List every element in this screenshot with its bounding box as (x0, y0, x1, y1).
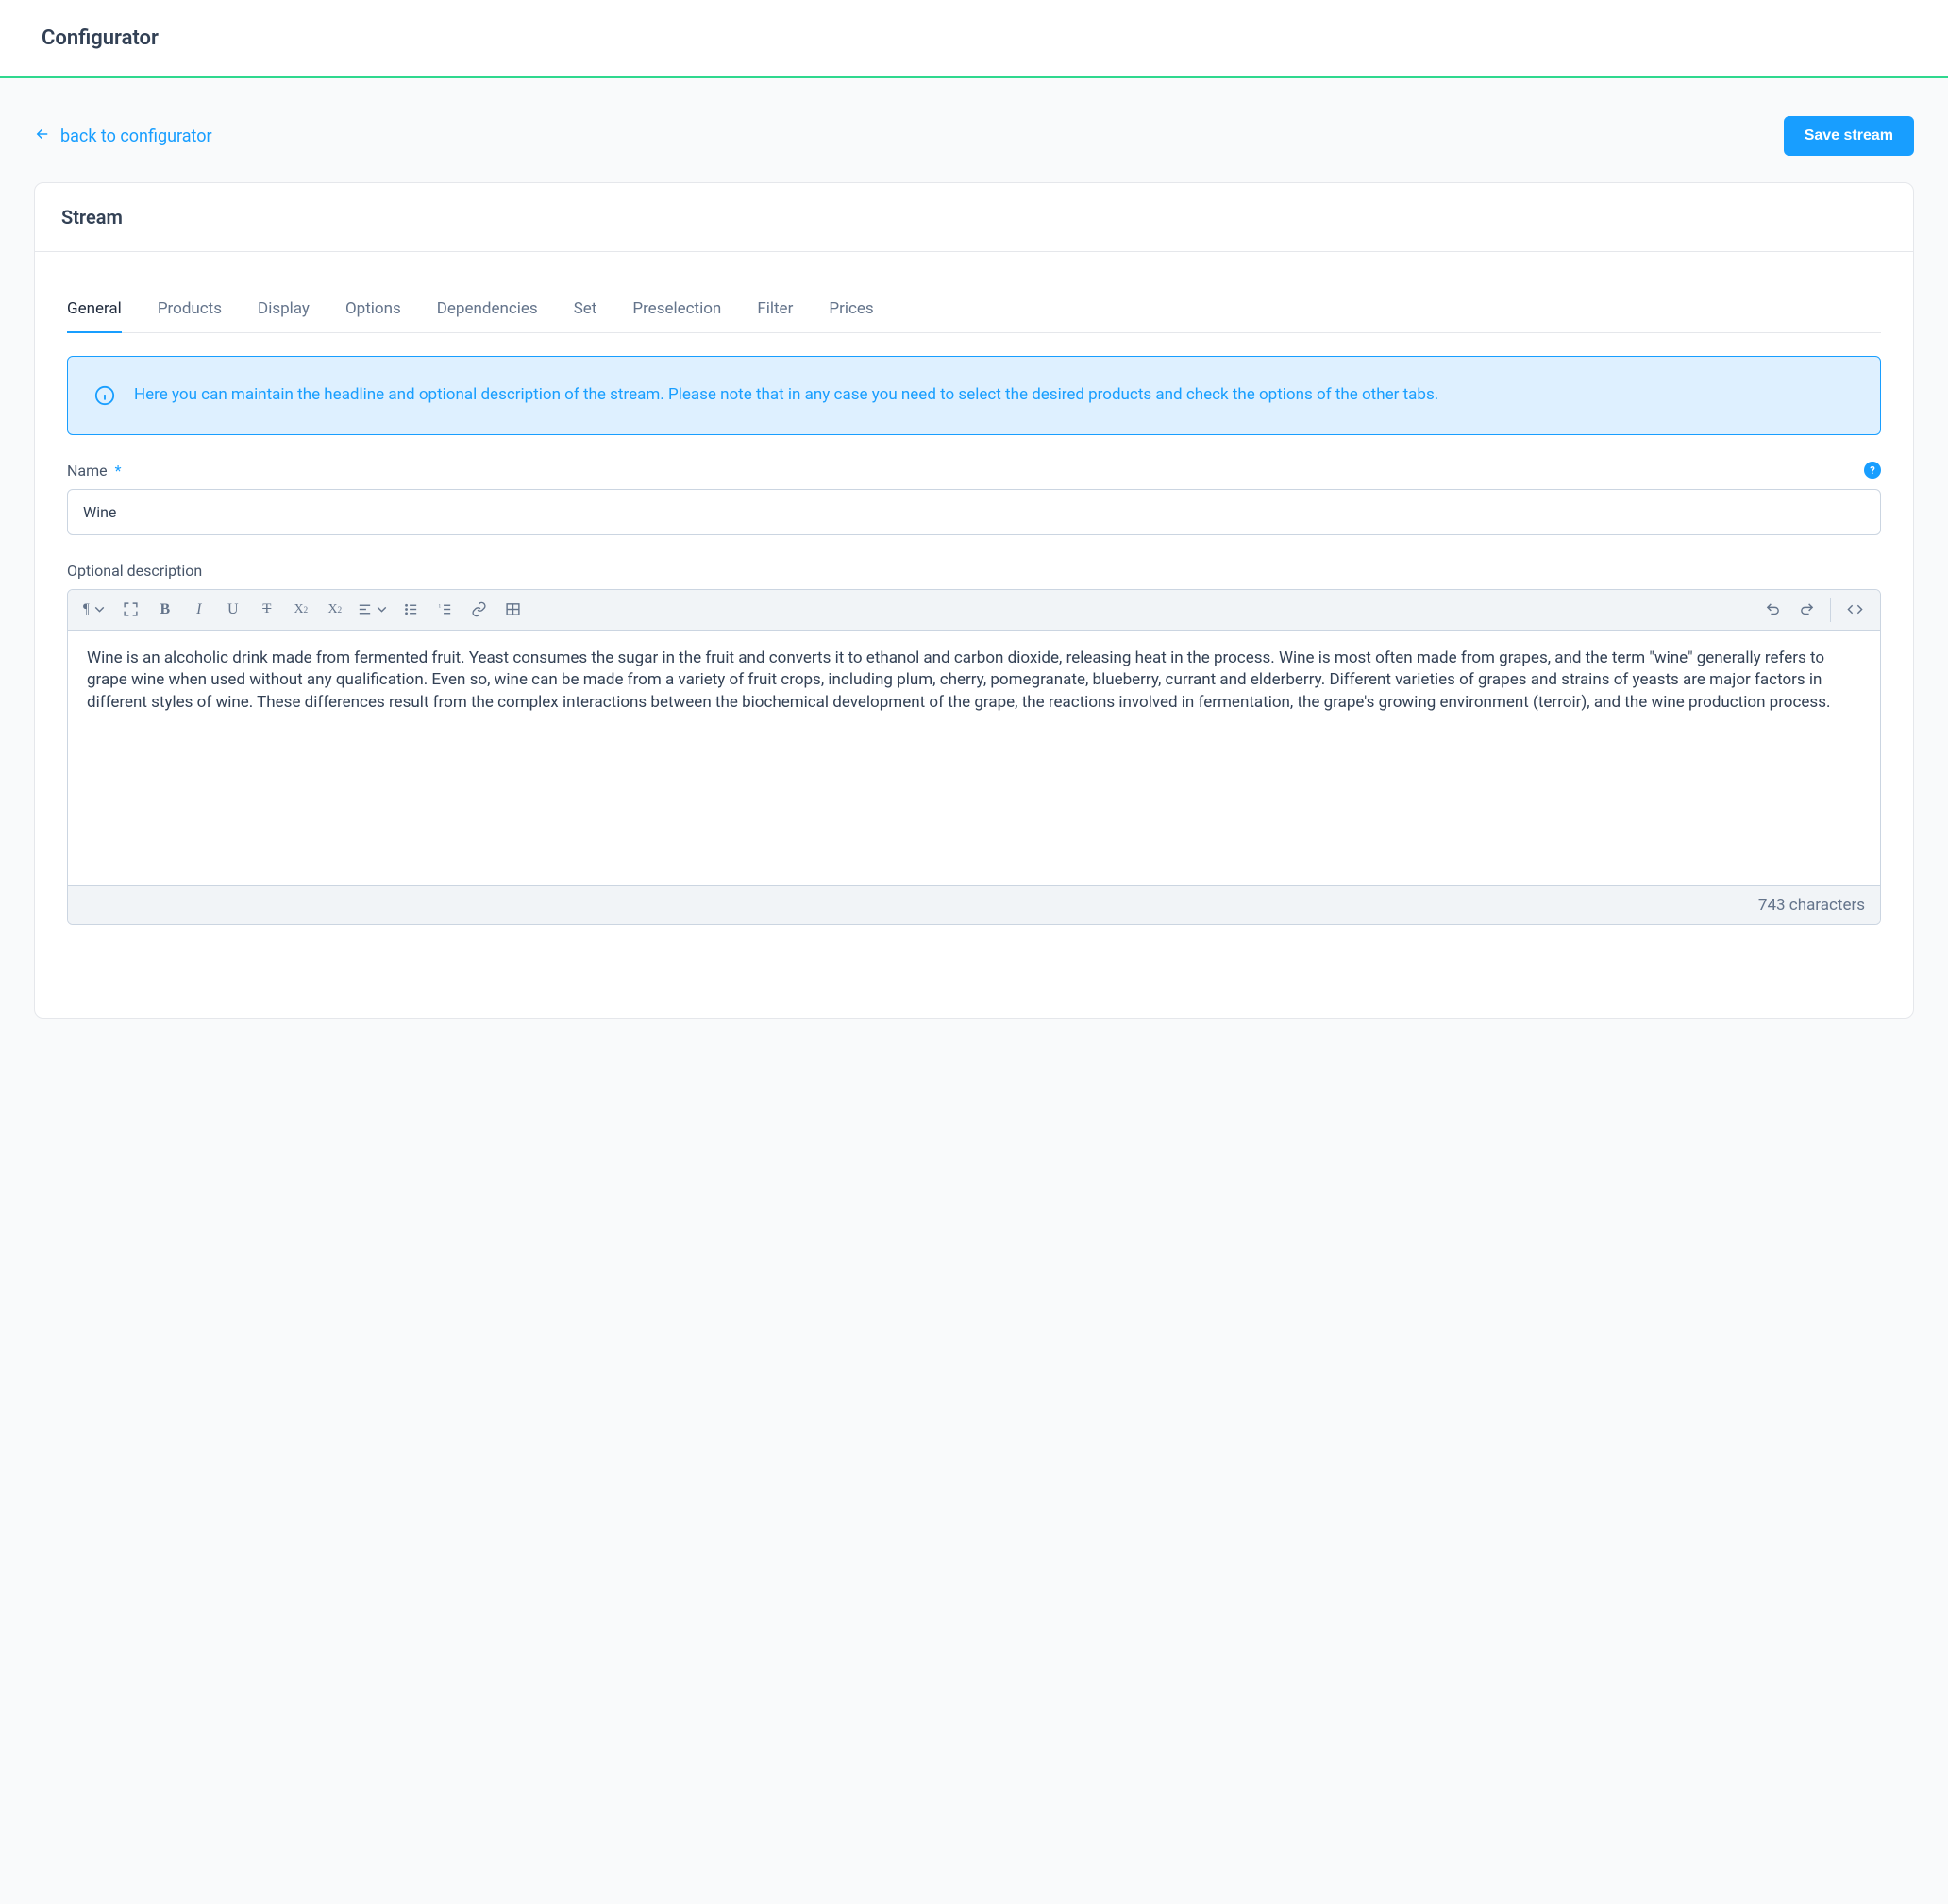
toolbar-separator (1830, 598, 1831, 622)
fullscreen-icon[interactable] (115, 596, 147, 624)
card-title: Stream (61, 206, 1887, 228)
list-ordered-icon[interactable]: 1 (429, 596, 462, 624)
arrow-left-icon (34, 126, 51, 147)
bold-icon[interactable]: B (149, 596, 181, 624)
stream-card: Stream General Products Display Options Depe… (34, 182, 1914, 1019)
tab-set[interactable]: Set (574, 286, 597, 333)
tabs: General Products Display Options Dependencie… (67, 286, 1881, 333)
align-icon[interactable] (353, 596, 394, 624)
tab-filter[interactable]: Filter (757, 286, 793, 333)
superscript-icon[interactable]: X2 (285, 596, 317, 624)
back-link[interactable]: back to configurator (34, 126, 212, 147)
description-textarea[interactable]: Wine is an alcoholic drink made from fer… (68, 631, 1880, 885)
redo-icon[interactable] (1790, 596, 1822, 624)
info-icon (94, 385, 115, 406)
char-count: 743 characters (68, 885, 1880, 924)
table-icon[interactable] (497, 596, 529, 624)
link-icon[interactable] (463, 596, 495, 624)
tab-products[interactable]: Products (158, 286, 222, 333)
list-unordered-icon[interactable] (395, 596, 428, 624)
topbar: back to configurator Save stream (34, 116, 1914, 156)
info-text: Here you can maintain the headline and o… (134, 383, 1438, 408)
name-label: Name (67, 462, 108, 480)
tab-dependencies[interactable]: Dependencies (437, 286, 538, 333)
rich-text-editor: ¶ B I U T X2 X2 (67, 589, 1881, 925)
name-input[interactable] (67, 489, 1881, 535)
tab-preselection[interactable]: Preselection (632, 286, 721, 333)
description-label-row: Optional description (67, 562, 1881, 580)
app-header: Configurator (0, 0, 1948, 78)
save-button[interactable]: Save stream (1784, 116, 1914, 156)
toolbar-right (1756, 596, 1871, 624)
underline-icon[interactable]: U (217, 596, 249, 624)
help-icon[interactable]: ? (1864, 462, 1881, 479)
strikethrough-icon[interactable]: T (251, 596, 283, 624)
code-view-icon[interactable] (1839, 596, 1871, 624)
tab-prices[interactable]: Prices (829, 286, 873, 333)
paragraph-icon[interactable]: ¶ (77, 596, 113, 624)
svg-text:1: 1 (439, 603, 442, 609)
required-star: * (115, 462, 122, 480)
toolbar-left: ¶ B I U T X2 X2 (77, 596, 529, 624)
card-body: General Products Display Options Dependencie… (35, 252, 1913, 1018)
back-link-label: back to configurator (60, 126, 212, 146)
subscript-icon[interactable]: X2 (319, 596, 351, 624)
card-header: Stream (35, 183, 1913, 252)
editor-toolbar: ¶ B I U T X2 X2 (68, 590, 1880, 631)
description-field: Optional description ¶ B I U T (67, 562, 1881, 925)
info-banner: Here you can maintain the headline and o… (67, 356, 1881, 435)
page-body: back to configurator Save stream Stream … (0, 78, 1948, 1075)
page-title: Configurator (42, 26, 1906, 50)
italic-icon[interactable]: I (183, 596, 215, 624)
description-label: Optional description (67, 562, 202, 580)
undo-icon[interactable] (1756, 596, 1788, 624)
tab-options[interactable]: Options (345, 286, 401, 333)
tab-general[interactable]: General (67, 286, 122, 333)
name-label-row: Name * ? (67, 462, 1881, 480)
name-field: Name * ? (67, 462, 1881, 535)
tab-display[interactable]: Display (258, 286, 310, 333)
